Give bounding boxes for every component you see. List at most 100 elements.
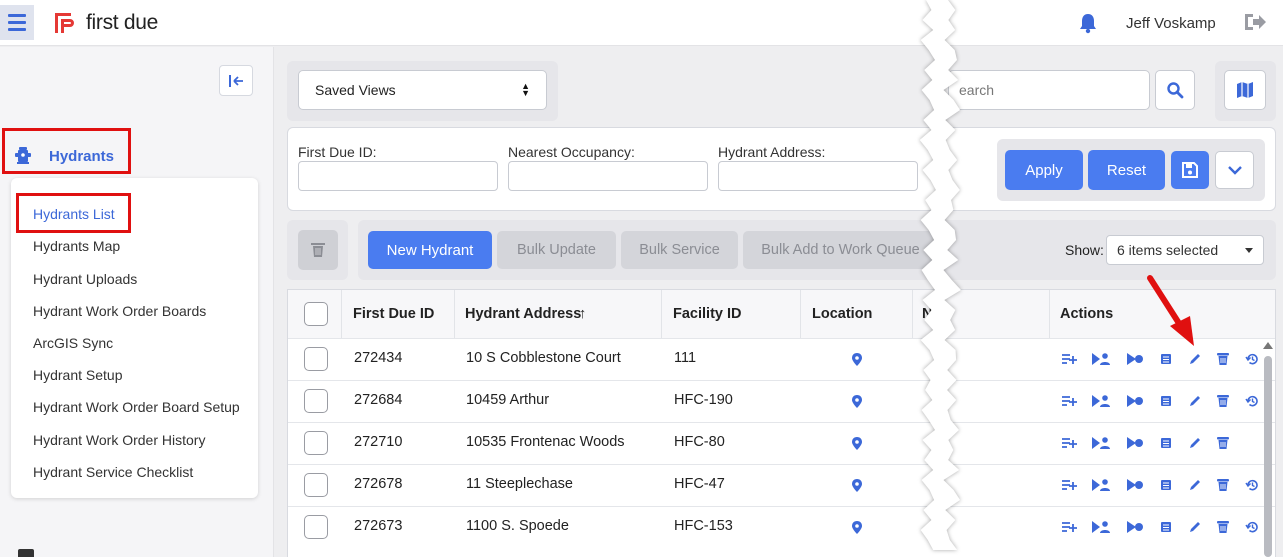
saved-views-select[interactable]: Saved Views ▲ ▼ [298,70,547,110]
column-divider [800,290,801,338]
forward-icon[interactable] [1126,478,1144,495]
forward-icon[interactable] [1126,520,1144,537]
cell-first-due-id[interactable]: 272678 [354,476,402,492]
forward-person-icon[interactable] [1091,436,1111,453]
collapse-icon[interactable] [219,65,253,96]
bulk-service-button[interactable]: Bulk Service [621,231,738,269]
location-pin-icon[interactable] [852,437,862,453]
column-divider [454,290,455,338]
table-scrollbar[interactable] [1264,356,1272,557]
select-all-checkbox[interactable] [304,302,328,326]
bulk-add-queue-button[interactable]: Bulk Add to Work Queue [743,231,938,269]
delete-icon[interactable] [1216,520,1230,537]
column-header-location[interactable]: Location [812,306,872,322]
cell-facility-id: HFC-153 [674,518,733,534]
sidebar-item-work-order-boards[interactable]: Hydrant Work Order Boards [33,303,206,319]
delete-icon[interactable] [1216,394,1230,411]
column-header-facility-id[interactable]: Facility ID [673,306,742,322]
location-pin-icon[interactable] [852,521,862,537]
forward-icon[interactable] [1126,436,1144,453]
column-header-actions: Actions [1060,306,1114,322]
list-icon[interactable] [1160,520,1172,536]
add-list-icon[interactable] [1061,520,1077,536]
sidebar-item-work-order-board-setup[interactable]: Hydrant Work Order Board Setup [33,399,240,415]
sidebar-item-service-checklist[interactable]: Hydrant Service Checklist [33,464,193,480]
history-icon[interactable] [1245,520,1259,537]
row-checkbox[interactable] [304,473,328,497]
add-list-icon[interactable] [1061,394,1077,410]
list-icon[interactable] [1160,478,1172,494]
sidebar-item-hydrant-setup[interactable]: Hydrant Setup [33,367,123,383]
logout-icon[interactable] [1243,12,1267,32]
expand-filters-button[interactable] [1215,151,1254,189]
menu-icon[interactable] [0,5,34,40]
edit-icon[interactable] [1188,520,1202,537]
scroll-up-icon[interactable] [1263,342,1273,349]
sidebar-item-hydrant-uploads[interactable]: Hydrant Uploads [33,271,137,287]
hydrant-icon [15,147,31,164]
column-divider [1049,290,1050,338]
edit-icon[interactable] [1188,478,1202,495]
history-icon[interactable] [1245,352,1259,369]
cell-first-due-id[interactable]: 272710 [354,434,402,450]
nearest-occupancy-input[interactable] [508,161,708,191]
new-hydrant-button[interactable]: New Hydrant [368,231,492,269]
row-checkbox[interactable] [304,515,328,539]
first-due-id-input[interactable] [298,161,498,191]
delete-selected-button[interactable] [298,230,338,270]
cell-first-due-id[interactable]: 272684 [354,392,402,408]
location-pin-icon[interactable] [852,395,862,411]
forward-person-icon[interactable] [1091,478,1111,495]
row-checkbox[interactable] [304,431,328,455]
bell-icon[interactable] [1078,12,1098,34]
column-header-first-due-id[interactable]: First Due ID [353,306,434,322]
edit-icon[interactable] [1188,436,1202,453]
chevron-down-icon [1227,166,1242,175]
select-arrows-icon: ▲ ▼ [521,81,530,98]
search-button[interactable] [1155,70,1195,110]
save-filter-button[interactable] [1171,151,1209,189]
row-checkbox[interactable] [304,347,328,371]
cell-first-due-id[interactable]: 272673 [354,518,402,534]
sort-ascending-icon[interactable]: ↑ [579,306,586,322]
add-list-icon[interactable] [1061,478,1077,494]
delete-icon[interactable] [1216,478,1230,495]
search-input[interactable]: earch [948,70,1150,110]
history-icon[interactable] [1245,394,1259,411]
map-view-button[interactable] [1224,70,1266,110]
list-icon[interactable] [1160,436,1172,452]
sidebar-item-arcgis-sync[interactable]: ArcGIS Sync [33,335,113,351]
logo-text: first due [86,11,158,34]
apply-button[interactable]: Apply [1005,150,1083,190]
red-arrow-annotation [1147,275,1194,346]
location-pin-icon[interactable] [852,353,862,369]
hydrant-address-input[interactable] [718,161,918,191]
cell-first-due-id[interactable]: 272434 [354,350,402,366]
sidebar-item-hydrants-map[interactable]: Hydrants Map [33,238,120,254]
forward-person-icon[interactable] [1091,352,1111,369]
list-icon[interactable] [1160,394,1172,410]
forward-person-icon[interactable] [1091,394,1111,411]
forward-person-icon[interactable] [1091,520,1111,537]
show-columns-select[interactable]: 6 items selected [1106,235,1264,265]
forward-icon[interactable] [1126,352,1144,369]
edit-icon[interactable] [1188,352,1202,369]
sidebar-next-section-icon[interactable] [18,549,34,557]
delete-icon[interactable] [1216,352,1230,369]
add-list-icon[interactable] [1061,352,1077,368]
forward-icon[interactable] [1126,394,1144,411]
delete-icon[interactable] [1216,436,1230,453]
history-icon[interactable] [1245,478,1259,495]
edit-icon[interactable] [1188,394,1202,411]
location-pin-icon[interactable] [852,479,862,495]
bulk-update-button[interactable]: Bulk Update [497,231,616,269]
add-list-icon[interactable] [1061,436,1077,452]
list-icon[interactable] [1160,352,1172,368]
sidebar-section-hydrants[interactable]: Hydrants [49,148,114,165]
column-header-hydrant-address[interactable]: Hydrant Address [465,306,581,322]
row-checkbox[interactable] [304,389,328,413]
reset-button[interactable]: Reset [1088,150,1165,190]
sidebar-item-hydrants-list[interactable]: Hydrants List [33,206,115,222]
user-name[interactable]: Jeff Voskamp [1126,15,1216,32]
sidebar-item-work-order-history[interactable]: Hydrant Work Order History [33,432,205,448]
